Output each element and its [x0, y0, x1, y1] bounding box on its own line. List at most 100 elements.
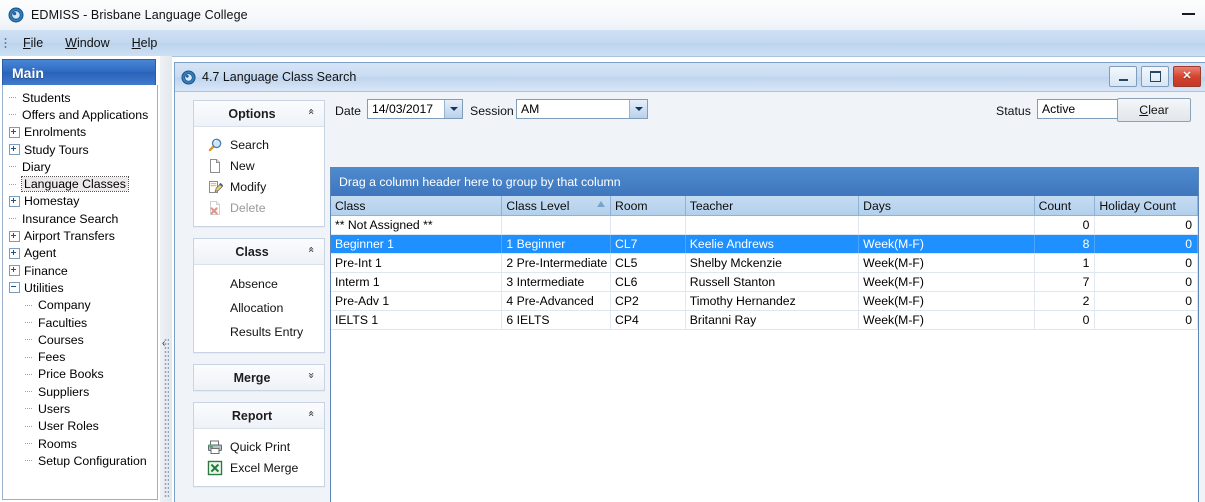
- command-delete: Delete: [194, 197, 324, 218]
- session-select[interactable]: AM: [516, 99, 648, 119]
- chevron-up-icon[interactable]: «: [306, 108, 317, 115]
- column-header-teacher[interactable]: Teacher: [686, 196, 859, 215]
- column-header-class-level[interactable]: Class Level: [502, 196, 611, 215]
- command-absence[interactable]: Absence: [194, 272, 324, 296]
- tree-collapse-icon[interactable]: [9, 282, 20, 293]
- sidebar-item-suppliers[interactable]: Suppliers: [3, 383, 157, 400]
- menu-item-window[interactable]: Window: [54, 34, 120, 52]
- column-header-room[interactable]: Room: [611, 196, 686, 215]
- tree-expand-icon[interactable]: [9, 127, 20, 138]
- sidebar-item-diary[interactable]: Diary: [3, 158, 157, 175]
- sidebar-item-insurance-search[interactable]: Insurance Search: [3, 210, 157, 227]
- sidebar-item-price-books[interactable]: Price Books: [3, 366, 157, 383]
- sidebar-item-courses[interactable]: Courses: [3, 331, 157, 348]
- panel-group-header-class[interactable]: Class«: [194, 239, 324, 265]
- sidebar-splitter[interactable]: ‹: [160, 56, 172, 502]
- sidebar-item-fees[interactable]: Fees: [3, 348, 157, 365]
- menu-item-help[interactable]: Help: [121, 34, 169, 52]
- sidebar-item-setup-configuration[interactable]: Setup Configuration: [3, 452, 157, 469]
- cell-room: CP4: [611, 311, 686, 329]
- sidebar-item-homestay[interactable]: Homestay: [3, 193, 157, 210]
- clear-button[interactable]: Clear: [1117, 98, 1191, 122]
- column-header-class[interactable]: Class: [331, 196, 502, 215]
- sidebar-item-rooms[interactable]: Rooms: [3, 435, 157, 452]
- cell-class: Pre-Adv 1: [331, 292, 502, 310]
- cell-days: Week(M-F): [859, 235, 1034, 253]
- sidebar-item-user-roles[interactable]: User Roles: [3, 418, 157, 435]
- grid-header-row: ClassClass LevelRoomTeacherDaysCountHoli…: [331, 196, 1198, 216]
- cell-count: 0: [1035, 311, 1096, 329]
- cell-days: Week(M-F): [859, 311, 1034, 329]
- panel-group-options: Options« SearchNewModifyDelete: [193, 100, 325, 227]
- sidebar-item-users[interactable]: Users: [3, 400, 157, 417]
- command-quick-print[interactable]: Quick Print: [194, 436, 324, 457]
- table-row[interactable]: ** Not Assigned **00: [331, 216, 1198, 235]
- sidebar-item-label: Utilities: [24, 281, 64, 295]
- cell-room: CL7: [611, 235, 686, 253]
- cell-class: ** Not Assigned **: [331, 216, 502, 234]
- child-restore-button[interactable]: [1141, 66, 1169, 87]
- grid-rows: ** Not Assigned **00Beginner 11 Beginner…: [331, 216, 1198, 330]
- panel-group-header-merge[interactable]: Merge»: [194, 365, 324, 390]
- child-close-button[interactable]: ✕: [1173, 66, 1201, 87]
- main-minimize-button[interactable]: [1182, 13, 1195, 15]
- sidebar-item-language-classes[interactable]: Language Classes: [3, 175, 157, 192]
- tree-expand-icon[interactable]: [9, 196, 20, 207]
- table-row[interactable]: Interm 13 IntermediateCL6Russell Stanton…: [331, 273, 1198, 292]
- tree-expand-icon[interactable]: [9, 231, 20, 242]
- sidebar-item-faculties[interactable]: Faculties: [3, 314, 157, 331]
- table-row[interactable]: IELTS 16 IELTSCP4Britanni RayWeek(M-F)00: [331, 311, 1198, 330]
- session-label: Session: [470, 104, 514, 118]
- command-modify[interactable]: Modify: [194, 176, 324, 197]
- sidebar-item-agent[interactable]: Agent: [3, 245, 157, 262]
- column-header-days[interactable]: Days: [859, 196, 1034, 215]
- menu-grip-handle[interactable]: [4, 37, 7, 49]
- sidebar-item-label: Insurance Search: [22, 212, 118, 226]
- date-dropdown-icon[interactable]: [444, 100, 462, 118]
- cell-room: CP2: [611, 292, 686, 310]
- sidebar-item-label: Suppliers: [38, 385, 89, 399]
- sidebar-item-enrolments[interactable]: Enrolments: [3, 124, 157, 141]
- command-new[interactable]: New: [194, 155, 324, 176]
- child-minimize-button[interactable]: [1109, 66, 1137, 87]
- navigation-tree[interactable]: StudentsOffers and ApplicationsEnrolment…: [2, 85, 158, 500]
- chevron-up-icon[interactable]: «: [306, 246, 317, 253]
- panel-group-header-options[interactable]: Options«: [194, 101, 324, 127]
- tree-expand-icon[interactable]: [9, 265, 20, 276]
- column-header-count[interactable]: Count: [1035, 196, 1096, 215]
- date-input[interactable]: 14/03/2017: [367, 99, 463, 119]
- table-row[interactable]: Pre-Adv 14 Pre-AdvancedCP2Timothy Hernan…: [331, 292, 1198, 311]
- tree-expand-icon[interactable]: [9, 248, 20, 259]
- table-row[interactable]: Beginner 11 BeginnerCL7Keelie AndrewsWee…: [331, 235, 1198, 254]
- chevron-up-icon[interactable]: «: [306, 410, 317, 417]
- group-by-drop-area[interactable]: Drag a column header here to group by th…: [331, 168, 1198, 196]
- command-excel-merge[interactable]: Excel Merge: [194, 457, 324, 478]
- status-value: Active: [1038, 102, 1118, 116]
- sidebar-item-offers-and-applications[interactable]: Offers and Applications: [3, 106, 157, 123]
- cell-class-level: [502, 216, 611, 234]
- splitter-grip[interactable]: [164, 338, 169, 498]
- table-row[interactable]: Pre-Int 12 Pre-IntermediateCL5Shelby Mck…: [331, 254, 1198, 273]
- sidebar-item-study-tours[interactable]: Study Tours: [3, 141, 157, 158]
- sidebar-item-finance[interactable]: Finance: [3, 262, 157, 279]
- tree-expand-icon[interactable]: [9, 144, 20, 155]
- command-search[interactable]: Search: [194, 134, 324, 155]
- column-header-holiday-count[interactable]: Holiday Count: [1095, 196, 1198, 215]
- menu-item-file[interactable]: FFileile: [12, 34, 54, 52]
- sidebar-item-label: Faculties: [38, 316, 87, 330]
- sidebar-item-airport-transfers[interactable]: Airport Transfers: [3, 227, 157, 244]
- panel-group-header-report[interactable]: Report«: [194, 403, 324, 429]
- session-dropdown-icon[interactable]: [629, 100, 647, 118]
- cell-holiday-count: 0: [1095, 254, 1198, 272]
- application-window: EDMISS - Brisbane Language College FFile…: [0, 0, 1205, 502]
- command-allocation[interactable]: Allocation: [194, 296, 324, 320]
- sidebar-item-label: Rooms: [38, 437, 77, 451]
- sidebar-item-utilities[interactable]: Utilities: [3, 279, 157, 296]
- chevron-down-icon[interactable]: »: [306, 372, 317, 379]
- sidebar-item-label: Agent: [24, 246, 56, 260]
- cell-room: CL6: [611, 273, 686, 291]
- command-results-entry[interactable]: Results Entry: [194, 320, 324, 344]
- sidebar-item-students[interactable]: Students: [3, 89, 157, 106]
- sidebar-collapse-chevron-icon[interactable]: ‹: [162, 339, 165, 349]
- sidebar-item-company[interactable]: Company: [3, 297, 157, 314]
